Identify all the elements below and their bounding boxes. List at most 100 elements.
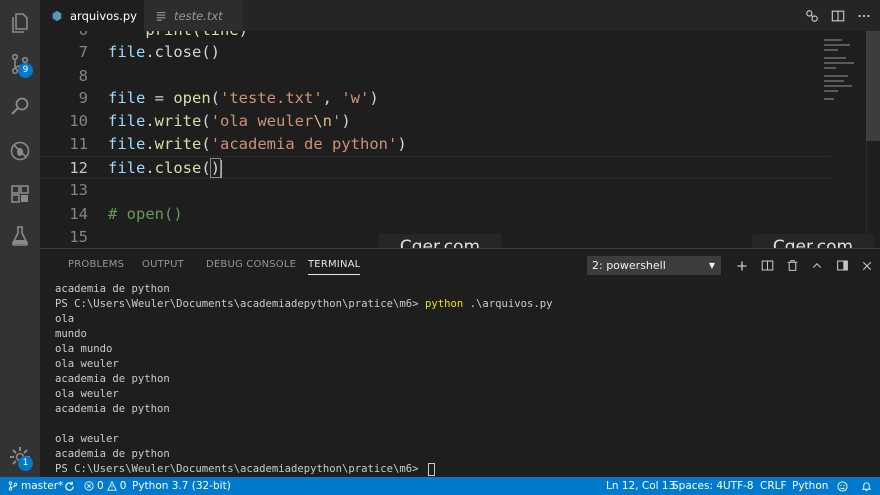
- panel-actions: [734, 256, 875, 275]
- terminal-line: academia de python: [55, 402, 865, 417]
- python-interpreter[interactable]: Python 3.7 (32-bit): [132, 477, 231, 495]
- editor-scrollbar-thumb[interactable]: [866, 31, 880, 141]
- code-editor[interactable]: 6 print(line)7file.close()89file = open(…: [40, 31, 880, 248]
- minimap[interactable]: [820, 35, 866, 235]
- code-token: ): [341, 112, 351, 130]
- terminal-text: academia de python: [55, 373, 170, 385]
- search-icon[interactable]: [0, 87, 40, 127]
- code-line[interactable]: 7 file.close(): [40, 41, 830, 64]
- activity-bar: 9 1: [0, 0, 40, 477]
- tab-problems[interactable]: PROBLEMS: [68, 249, 124, 281]
- branch-icon: [8, 481, 18, 491]
- split-terminal-icon[interactable]: [759, 258, 775, 274]
- terminal-text: ola weuler: [55, 433, 119, 445]
- terminal-command: python: [424, 298, 464, 310]
- text-cursor: [220, 159, 223, 178]
- indentation[interactable]: Spaces: 4: [672, 477, 723, 495]
- chevron-up-icon[interactable]: [809, 258, 825, 274]
- close-icon[interactable]: [859, 258, 875, 274]
- code-token: file: [108, 43, 146, 61]
- terminal-text: academia de python: [55, 283, 170, 295]
- terminal-line: mundo: [55, 327, 865, 342]
- new-terminal-icon[interactable]: [734, 258, 750, 274]
- code-token: file: [108, 159, 146, 177]
- terminal-text: ola weuler: [55, 388, 119, 400]
- chevron-down-icon: ▼: [708, 261, 715, 270]
- tab-debug-console[interactable]: DEBUG CONSOLE: [206, 249, 296, 281]
- language-mode[interactable]: Python: [792, 477, 828, 495]
- terminal-text: academia de python: [55, 403, 170, 415]
- code-token: (: [201, 112, 211, 130]
- code-token: 'w': [341, 89, 370, 107]
- terminal-args: .\arquivos.py: [463, 298, 553, 310]
- editor-actions: [804, 0, 872, 31]
- code-line[interactable]: 14 # open(): [40, 203, 830, 226]
- code-token: ): [397, 135, 407, 153]
- code-line[interactable]: 8: [40, 65, 830, 88]
- split-editor-icon[interactable]: [830, 8, 846, 24]
- code-line[interactable]: 9 file = open('teste.txt', 'w'): [40, 87, 830, 110]
- code-token: open: [173, 89, 211, 107]
- code-token: 'ola weuler: [210, 112, 314, 130]
- terminal-text: mundo: [55, 328, 87, 340]
- sync-icon[interactable]: [64, 477, 75, 495]
- terminal-line: academia de python: [55, 282, 865, 297]
- source-control-icon[interactable]: 9: [0, 44, 40, 84]
- encoding[interactable]: UTF-8: [723, 477, 754, 495]
- bottom-panel: PROBLEMS OUTPUT DEBUG CONSOLE TERMINAL 2…: [40, 248, 880, 477]
- terminal-line: ola mundo: [55, 342, 865, 357]
- terminal-line: ola weuler: [55, 432, 865, 447]
- line-number: 12: [69, 159, 88, 177]
- problems-indicator[interactable]: 0 0: [84, 477, 126, 495]
- maximize-panel-icon[interactable]: [834, 258, 850, 274]
- tab-arquivos-py[interactable]: arquivos.py: [40, 0, 144, 31]
- more-actions-icon[interactable]: [856, 8, 872, 24]
- code-token: file: [108, 135, 146, 153]
- code-line[interactable]: 10 file.write('ola weuler\n'): [40, 110, 830, 133]
- bell-icon[interactable]: [861, 477, 872, 495]
- code-token: .: [145, 159, 155, 177]
- terminal-text: ola weuler: [55, 358, 119, 370]
- code-token: write: [154, 112, 202, 130]
- terminal-output[interactable]: academia de python PS C:\Users\Weuler\Doc…: [55, 282, 865, 476]
- code-token: 'teste.txt': [220, 89, 323, 107]
- files-icon[interactable]: [0, 3, 40, 43]
- terminal-select[interactable]: 2: powershell ▼: [587, 256, 721, 275]
- terminal-line: ola: [55, 312, 865, 327]
- code-token: =: [145, 89, 174, 107]
- code-token: .close(): [145, 43, 220, 61]
- code-line[interactable]: 13: [40, 179, 830, 202]
- code-token: # open(): [108, 205, 183, 223]
- code-line[interactable]: 12 file.close(): [40, 156, 830, 179]
- line-code: # open(): [108, 203, 183, 226]
- trash-icon[interactable]: [784, 258, 800, 274]
- terminal-line: academia de python: [55, 372, 865, 387]
- tab-output[interactable]: OUTPUT: [142, 249, 184, 281]
- tab-terminal[interactable]: TERMINAL: [308, 249, 361, 281]
- terminal-text: ola mundo: [55, 343, 113, 355]
- code-line[interactable]: 11 file.write('academia de python'): [40, 133, 830, 156]
- code-token: (: [201, 159, 211, 177]
- code-token: write: [154, 135, 202, 153]
- terminal-text: PS C:\Users\Weuler\Documents\academiadep…: [55, 298, 425, 310]
- tab-teste-txt[interactable]: teste.txt: [144, 0, 243, 31]
- settings-badge: 1: [18, 456, 33, 471]
- line-ending[interactable]: CRLF: [760, 477, 787, 495]
- line-number: 13: [69, 181, 88, 199]
- editor-tab-bar: arquivos.py teste.txt: [40, 0, 880, 31]
- panel-tabs: PROBLEMS OUTPUT DEBUG CONSOLE TERMINAL 2…: [40, 249, 880, 281]
- settings-icon[interactable]: 1: [0, 437, 40, 477]
- editor-scrollbar[interactable]: [866, 31, 880, 248]
- terminal-line: ola weuler: [55, 357, 865, 372]
- code-token: print(line): [108, 31, 248, 39]
- terminal-text: academia de python: [55, 448, 170, 460]
- branch-indicator[interactable]: master*: [8, 477, 63, 495]
- code-token: ,: [322, 89, 342, 107]
- open-changes-icon[interactable]: [804, 8, 820, 24]
- debug-icon[interactable]: [0, 131, 40, 171]
- smiley-icon[interactable]: [837, 477, 848, 495]
- code-token: (: [201, 135, 211, 153]
- extensions-icon[interactable]: [0, 174, 40, 214]
- cursor-position[interactable]: Ln 12, Col 13: [606, 477, 675, 495]
- test-icon[interactable]: [0, 216, 40, 256]
